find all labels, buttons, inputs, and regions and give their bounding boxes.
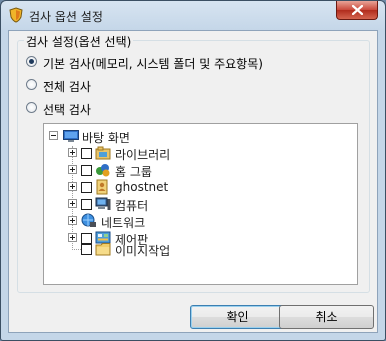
ok-button[interactable]: 확인 — [190, 305, 285, 329]
close-button[interactable] — [336, 1, 378, 20]
network-icon — [81, 213, 96, 227]
cancel-button[interactable]: 취소 — [279, 305, 374, 329]
title-bar[interactable]: 검사 옵션 설정 — [1, 1, 385, 31]
group-title: 검사 설정(옵션 선택) — [24, 33, 134, 50]
tree-node-network[interactable]: 네트워크 — [44, 213, 354, 230]
radio-label: 선택 검사 — [43, 103, 91, 117]
tree-node-label: 이미지작업 — [115, 244, 171, 258]
expand-toggle-icon[interactable] — [68, 148, 77, 157]
scan-options-group: 검사 설정(옵션 선택) 기본 검사(메모리, 시스템 폴더 및 주요항목) 전… — [17, 33, 370, 293]
radio-label: 전체 검사 — [43, 80, 91, 94]
expand-toggle-icon[interactable] — [68, 165, 77, 174]
tree-node-library[interactable]: 라이브러리 — [44, 145, 354, 162]
dialog-window: 검사 옵션 설정 검사 설정(옵션 선택) 기본 검사(메모리, 시스템 폴더 … — [0, 0, 386, 341]
tree-node-label: 네트워크 — [101, 216, 146, 230]
tree-node-label: 바탕 화면 — [82, 131, 130, 145]
tree-node-image-work[interactable]: 이미지작업 — [44, 241, 354, 258]
computer-icon — [95, 197, 111, 210]
checkbox[interactable] — [81, 148, 92, 159]
shield-app-icon — [9, 7, 23, 23]
expand-toggle-icon[interactable] — [68, 216, 77, 225]
folder-icon — [95, 243, 111, 256]
radio-button[interactable] — [26, 102, 37, 113]
tree-node-label: ghostnet — [115, 180, 169, 194]
tree-node-label: 라이브러리 — [115, 148, 171, 162]
tree-node-root[interactable]: 바탕 화면 — [44, 128, 354, 145]
desktop-icon — [63, 130, 79, 142]
radio-button-checked[interactable] — [26, 56, 37, 67]
dialog-client-area: 검사 설정(옵션 선택) 기본 검사(메모리, 시스템 폴더 및 주요항목) 전… — [8, 30, 378, 333]
folder-tree-view[interactable]: 바탕 화면 라이브러리 홈 그룹 ghostnet 컴퓨터 네트워크 제어판 이… — [43, 123, 358, 285]
close-icon — [352, 5, 363, 15]
library-icon — [95, 146, 111, 160]
tree-node-label: 컴퓨터 — [115, 199, 149, 213]
radio-button[interactable] — [26, 79, 37, 90]
tree-node-ghostnet[interactable]: ghostnet — [44, 179, 354, 195]
checkbox[interactable] — [81, 199, 92, 210]
tree-node-homegroup[interactable]: 홈 그룹 — [44, 162, 354, 179]
expand-toggle-icon[interactable] — [68, 199, 77, 208]
homegroup-icon — [96, 164, 110, 177]
tree-node-label: 홈 그룹 — [115, 165, 152, 179]
radio-label: 기본 검사(메모리, 시스템 폴더 및 주요항목) — [43, 57, 263, 71]
collapse-toggle-icon[interactable] — [49, 131, 58, 140]
window-title: 검사 옵션 설정 — [29, 10, 103, 24]
checkbox[interactable] — [81, 182, 92, 193]
expand-toggle-icon[interactable] — [68, 182, 77, 191]
checkbox[interactable] — [81, 244, 92, 255]
user-folder-icon — [96, 179, 108, 195]
tree-node-computer[interactable]: 컴퓨터 — [44, 196, 354, 213]
checkbox[interactable] — [81, 165, 92, 176]
